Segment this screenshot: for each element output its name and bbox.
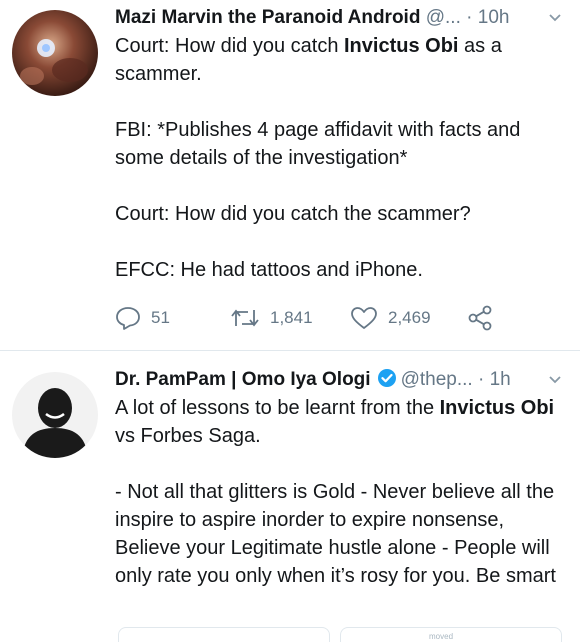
tweet-paragraph: Court: How did you catch Invictus Obi as… bbox=[115, 35, 502, 85]
like-count: 2,469 bbox=[388, 308, 431, 327]
separator-dot: · bbox=[466, 7, 473, 28]
heart-icon bbox=[351, 307, 377, 329]
user-handle[interactable]: @... bbox=[426, 7, 461, 28]
timestamp[interactable]: 1h bbox=[490, 369, 511, 390]
retweet-icon bbox=[231, 309, 259, 327]
timestamp[interactable]: 10h bbox=[478, 7, 510, 28]
verified-badge-icon bbox=[377, 368, 397, 397]
tweet-text: Court: How did you catch Invictus Obi as… bbox=[115, 32, 566, 284]
retweet-button[interactable]: 1,841 bbox=[230, 300, 313, 336]
tweet-paragraph: FBI: *Publishes 4 page affidavit with fa… bbox=[115, 119, 521, 169]
display-name[interactable]: Mazi Marvin the Paranoid Android bbox=[115, 7, 420, 28]
tweet-header: Dr. PamPam | Omo Iya Ologi @thep... · 1h bbox=[115, 366, 570, 394]
like-button[interactable]: 2,469 bbox=[350, 300, 431, 336]
tweet[interactable]: Mazi Marvin the Paranoid Android @... · … bbox=[0, 0, 580, 351]
display-name[interactable]: Dr. PamPam | Omo Iya Ologi bbox=[115, 369, 371, 390]
reply-icon bbox=[116, 307, 140, 330]
user-handle[interactable]: @thep... bbox=[401, 369, 473, 390]
separator-dot: · bbox=[477, 369, 485, 390]
tweet-text: A lot of lessons to be learnt from the I… bbox=[115, 394, 566, 590]
tweet-paragraph: EFCC: He had tattoos and iPhone. bbox=[115, 259, 423, 281]
share-button[interactable] bbox=[467, 300, 493, 336]
tweet[interactable]: Dr. PamPam | Omo Iya Ologi @thep... · 1h … bbox=[0, 351, 580, 640]
reply-button[interactable]: 51 bbox=[115, 300, 170, 336]
retweet-count: 1,841 bbox=[270, 308, 313, 327]
avatar[interactable] bbox=[12, 372, 98, 458]
tweet-paragraph: - Not all that glitters is Gold - Never … bbox=[115, 481, 556, 587]
tweet-header: Mazi Marvin the Paranoid Android @... · … bbox=[115, 4, 570, 32]
reply-count: 51 bbox=[151, 308, 170, 327]
tweet-paragraph: Court: How did you catch the scammer? bbox=[115, 203, 471, 225]
avatar[interactable] bbox=[12, 10, 98, 96]
tweet-paragraph: A lot of lessons to be learnt from the I… bbox=[115, 397, 555, 447]
share-icon bbox=[468, 305, 492, 331]
avatar-image bbox=[12, 372, 98, 458]
avatar-image bbox=[12, 10, 98, 96]
